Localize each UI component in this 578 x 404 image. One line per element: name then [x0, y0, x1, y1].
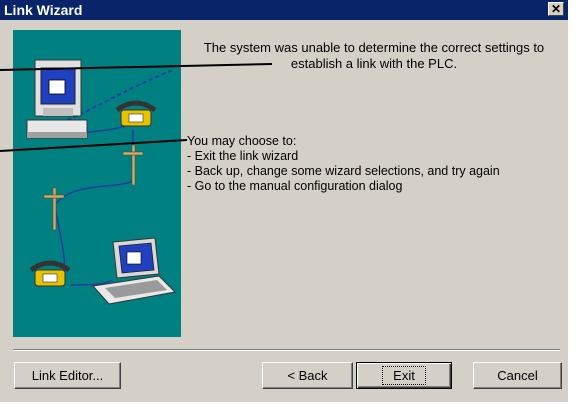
annotation-lines: [0, 63, 273, 152]
